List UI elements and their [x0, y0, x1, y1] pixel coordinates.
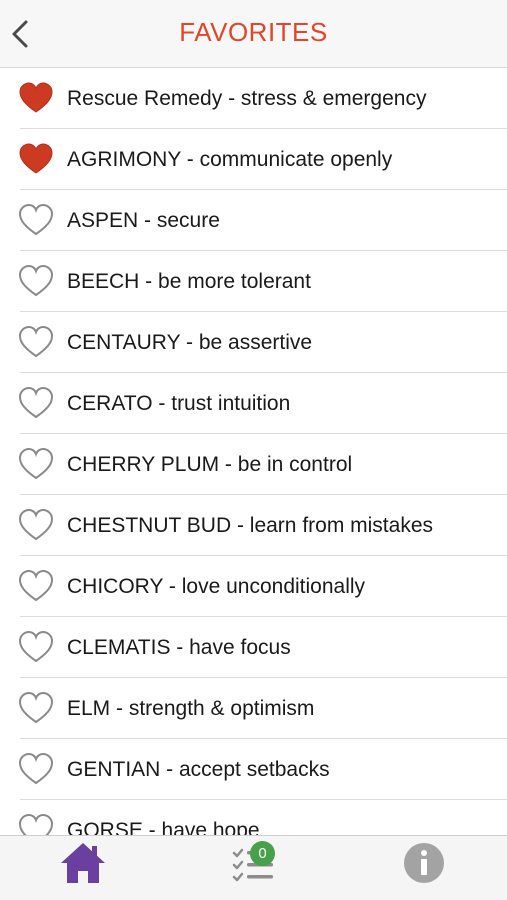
heart-outline-icon[interactable]	[18, 752, 54, 786]
list-item-label: BEECH - be more tolerant	[67, 270, 311, 293]
heart-outline-icon[interactable]	[18, 386, 54, 420]
list-item-label: CHICORY - love unconditionally	[67, 575, 366, 598]
list-item[interactable]: CLEMATIS - have focus	[0, 617, 507, 678]
heart-outline-icon[interactable]	[18, 630, 54, 664]
tab-list[interactable]: 0	[214, 836, 294, 900]
tab-bar: 0	[0, 835, 507, 900]
tab-info[interactable]	[384, 836, 464, 900]
page-title: FAVORITES	[179, 17, 328, 47]
list-item[interactable]: CERATO - trust intuition	[0, 373, 507, 434]
heart-outline-icon[interactable]	[18, 813, 54, 835]
tab-home[interactable]	[42, 836, 122, 900]
heart-filled-icon[interactable]	[18, 142, 54, 176]
list-item-label: GORSE - have hope	[67, 819, 260, 835]
heart-filled-icon[interactable]	[18, 81, 54, 115]
list-item[interactable]: GENTIAN - accept setbacks	[0, 739, 507, 800]
heart-outline-icon[interactable]	[18, 691, 54, 725]
list-item-label: ASPEN - secure	[67, 209, 220, 232]
list-count-badge: 0	[250, 841, 275, 866]
list-item-label: GENTIAN - accept setbacks	[67, 758, 330, 781]
heart-outline-icon[interactable]	[18, 203, 54, 237]
list-item[interactable]: CHICORY - love unconditionally	[0, 556, 507, 617]
heart-outline-icon[interactable]	[18, 447, 54, 481]
list-item-label: CERATO - trust intuition	[67, 392, 291, 415]
heart-outline-icon[interactable]	[18, 325, 54, 359]
home-icon	[61, 843, 105, 883]
list-item[interactable]: GORSE - have hope	[0, 800, 507, 835]
nav-bar: FAVORITES	[0, 0, 507, 68]
heart-outline-icon[interactable]	[18, 508, 54, 542]
favorites-screen: FAVORITES Rescue Remedy - stress & emerg…	[0, 0, 507, 900]
list-item-label: CHERRY PLUM - be in control	[67, 453, 353, 476]
list-item-label: Rescue Remedy - stress & emergency	[67, 87, 427, 110]
list-item-label: CENTAURY - be assertive	[67, 331, 313, 354]
list-item[interactable]: AGRIMONY - communicate openly	[0, 129, 507, 190]
list-item[interactable]: CHERRY PLUM - be in control	[0, 434, 507, 495]
list-item-label: CLEMATIS - have focus	[67, 636, 291, 659]
list-item[interactable]: CENTAURY - be assertive	[0, 312, 507, 373]
list-item-label: CHESTNUT BUD - learn from mistakes	[67, 514, 434, 537]
list-item-label: ELM - strength & optimism	[67, 697, 315, 720]
heart-outline-icon[interactable]	[18, 264, 54, 298]
info-icon	[404, 843, 444, 883]
list-item[interactable]: Rescue Remedy - stress & emergency	[0, 68, 507, 129]
list-item[interactable]: ASPEN - secure	[0, 190, 507, 251]
favorites-list[interactable]: Rescue Remedy - stress & emergency AGRIMO…	[0, 68, 507, 835]
list-item[interactable]: ELM - strength & optimism	[0, 678, 507, 739]
list-item[interactable]: BEECH - be more tolerant	[0, 251, 507, 312]
heart-outline-icon[interactable]	[18, 569, 54, 603]
list-item[interactable]: CHESTNUT BUD - learn from mistakes	[0, 495, 507, 556]
list-item-label: AGRIMONY - communicate openly	[67, 148, 393, 171]
